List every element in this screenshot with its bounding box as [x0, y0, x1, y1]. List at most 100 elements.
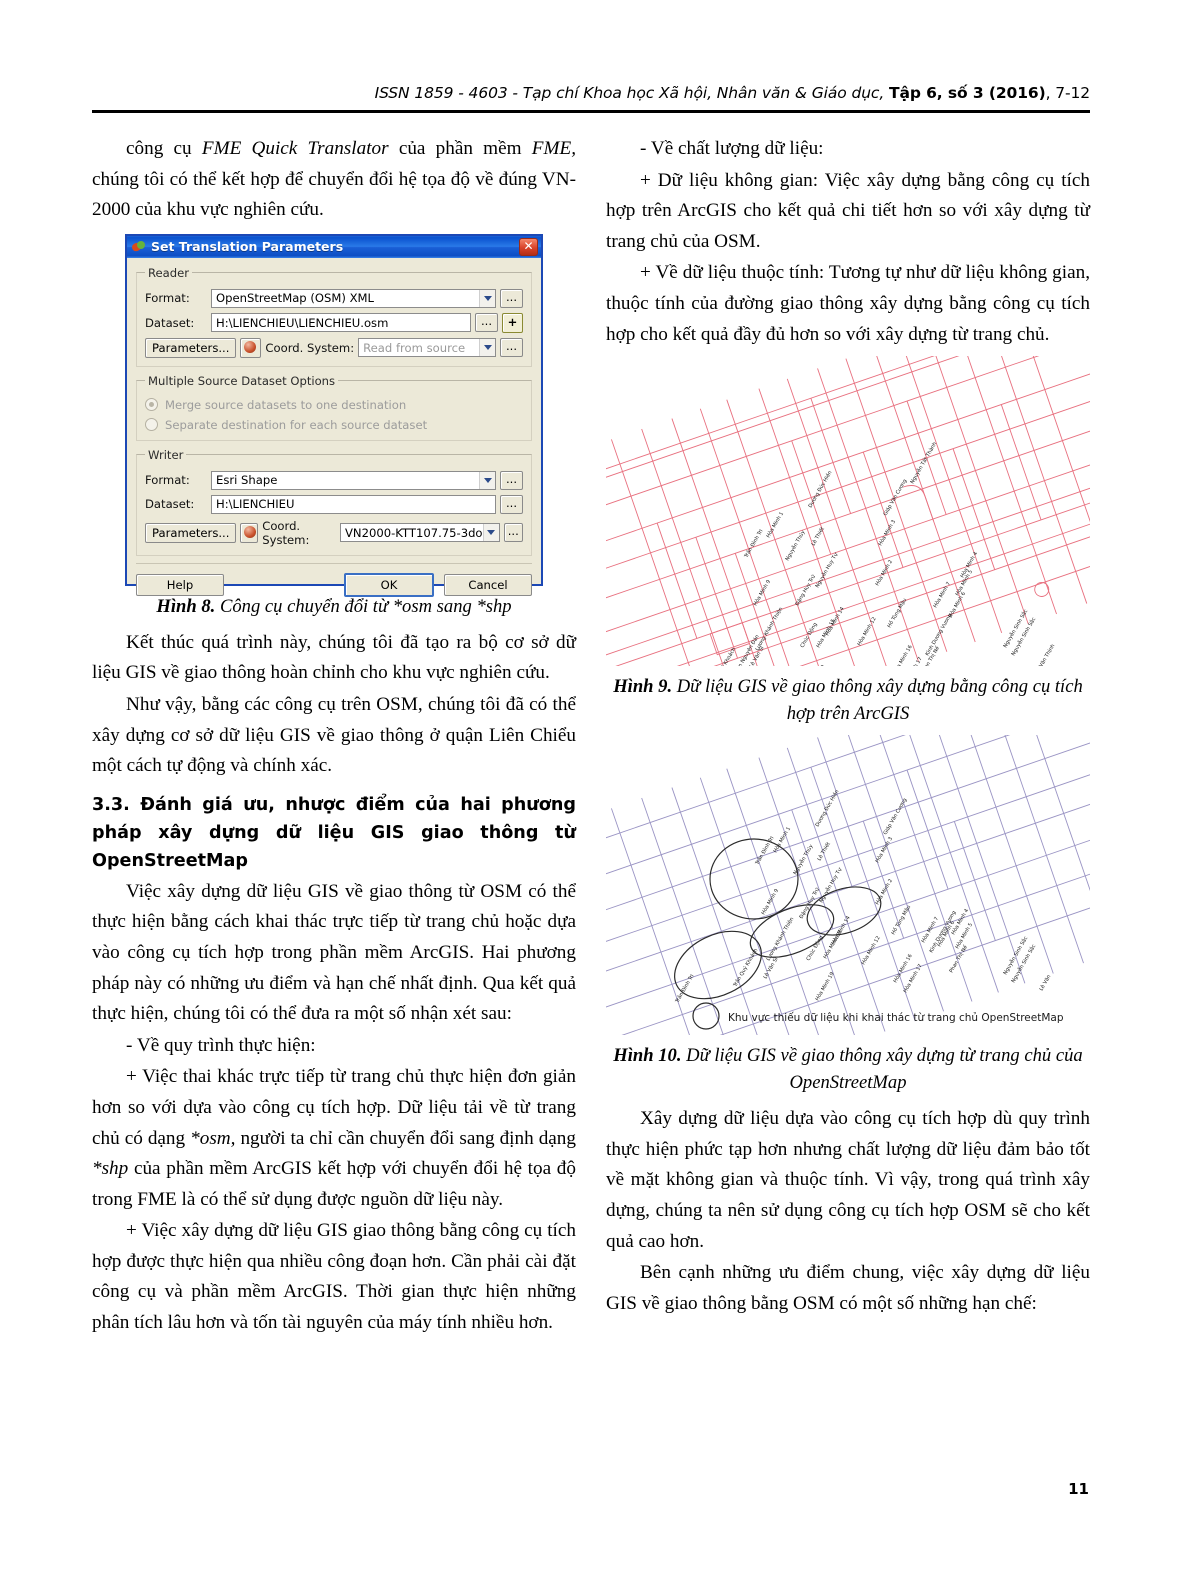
left-para-7: + Việc xây dựng dữ liệu GIS giao thông b… [92, 1220, 576, 1334]
globe-icon[interactable] [240, 337, 262, 358]
street-label: Hồ Tùng Mậu [885, 597, 908, 630]
street-label: Hòa Minh 15 [815, 618, 837, 649]
legend-circle-icon [692, 1002, 720, 1030]
writer-dataset-label: Dataset: [145, 497, 195, 512]
street-label: Hòa Minh 12 [860, 935, 882, 966]
writer-coordsys-combobox[interactable]: VN2000-KTT107.75-3do [339, 523, 500, 543]
fme-app-icon [132, 240, 146, 254]
writer-format-browse-button[interactable]: ... [500, 470, 523, 490]
radio-separate-label: Separate destination for each source dat… [165, 417, 428, 432]
writer-coordsys-browse-button[interactable]: ... [503, 523, 523, 543]
running-head-pages: , 7-12 [1045, 84, 1091, 102]
reader-dataset-label: Dataset: [145, 315, 195, 330]
street-label: Lê Thiết [810, 526, 826, 547]
street-label: Trần Quý Khoách [708, 646, 737, 666]
writer-parameters-button[interactable]: Parameters... [145, 522, 237, 543]
right-para-3: + Về dữ liệu thuộc tính: Tương tự như dữ… [606, 262, 1090, 345]
street-label: Hòa Minh 16 [892, 644, 914, 666]
writer-dataset-value: H:\LIENCHIEU [216, 497, 295, 512]
left-para-4: Việc xây dựng dữ liệu GIS về giao thông … [92, 880, 576, 1025]
dialog-body: Reader Format: OpenStreetMap (OSM) XML .… [127, 258, 541, 556]
figure-10-map: Trần Đình Tri Trần Đình Tri Hòa Minh 1 D… [606, 735, 1090, 1036]
reader-format-row: Format: OpenStreetMap (OSM) XML ... [145, 288, 523, 308]
writer-format-row: Format: Esri Shape ... [145, 470, 523, 490]
street-label: Lê Văn Thịnh [1034, 643, 1057, 666]
left-para-6: + Việc thai khác trực tiếp từ trang chủ … [92, 1066, 576, 1210]
reader-format-label: Format: [145, 291, 190, 306]
multiple-source-options-group: Multiple Source Dataset Options Merge so… [136, 373, 532, 441]
writer-format-value: Esri Shape [216, 473, 278, 488]
section-heading-3-3: 3.3. Đánh giá ưu, nhược điểm của hai phư… [92, 794, 576, 871]
street-label: Lương Khánh Thiện [754, 606, 785, 652]
radio-separate-row[interactable]: Separate destination for each source dat… [145, 418, 523, 432]
page-number: 11 [1068, 1480, 1089, 1498]
figure-10-caption-text: Dữ liệu GIS về giao thông xây dựng từ tr… [681, 1045, 1083, 1094]
left-para-3: Như vậy, bằng các công cụ trên OSM, chún… [92, 693, 576, 777]
reader-coordsys-combobox[interactable]: Read from source [358, 338, 496, 358]
reader-dataset-add-button[interactable]: + [502, 312, 523, 333]
street-label: Giáp Văn Cương [882, 478, 909, 517]
right-para-1: - Về chất lượng dữ liệu: [640, 138, 824, 159]
figure-10-label: Hình 10. [613, 1045, 682, 1067]
figure-8-caption-text: Công cụ chuyển đổi từ *osm sang *shp [215, 595, 512, 617]
reader-dataset-row: Dataset: H:\LIENCHIEU\LIENCHIEU.osm ... … [145, 312, 523, 333]
help-button[interactable]: Help [136, 573, 224, 596]
missing-data-annotations [674, 838, 882, 1000]
figure-9-map: Trần Đình Tri Trần Đình Tri Hòa Minh 1 D… [606, 356, 1090, 667]
radio-merge-row[interactable]: Merge source datasets to one destination [145, 398, 523, 412]
street-label: Lê Thiết [816, 841, 832, 862]
figure-9-caption-text: Dữ liệu GIS về giao thông xây dựng bằng … [672, 676, 1083, 725]
writer-format-combobox[interactable]: Esri Shape [211, 470, 496, 490]
radio-merge-icon[interactable] [145, 398, 158, 412]
left-para-5: - Về quy trình thực hiện: [126, 1034, 316, 1056]
street-label: Lê Văn [1038, 974, 1053, 993]
right-para-2: + Dữ liệu không gian: Việc xây dựng bằng… [606, 169, 1090, 252]
reader-dataset-input[interactable]: H:\LIENCHIEU\LIENCHIEU.osm [211, 313, 471, 333]
radio-separate-icon[interactable] [145, 418, 158, 432]
reader-coordsys-label: Coord. System: [265, 340, 355, 355]
fme-translation-dialog[interactable]: Set Translation Parameters ✕ Reader Form… [125, 233, 543, 597]
writer-coordsys-value: VN2000-KTT107.75-3do [344, 525, 483, 540]
reader-format-browse-button[interactable]: ... [500, 288, 523, 308]
dialog-footer: Help OK Cancel [136, 572, 532, 597]
close-icon[interactable]: ✕ [519, 237, 538, 256]
street-label: Hòa Minh 1 [765, 511, 785, 539]
reader-dataset-browse-button[interactable]: ... [475, 313, 498, 333]
radio-merge-label: Merge source datasets to one destination [165, 397, 407, 412]
right-column: - Về chất lượng dữ liệu: + Dữ liệu không… [606, 134, 1090, 1320]
street-label: Nguyễn Huy Tự [814, 551, 840, 589]
multiple-source-options-label: Multiple Source Dataset Options [148, 373, 336, 388]
running-head: ISSN 1859 - 4603 - Tạp chí Khoa học Xã h… [92, 84, 1090, 102]
street-label: Giáp Văn Cương [882, 797, 909, 836]
left-para-2: Kết thúc quá trình này, chúng tôi đã tạo… [92, 631, 576, 684]
ok-button[interactable]: OK [344, 572, 434, 597]
header-rule [92, 110, 1090, 113]
figure-9-caption: Hình 9. Dữ liệu GIS về giao thông xây dự… [606, 673, 1090, 727]
street-label: Dương Đức Hiền [806, 469, 834, 509]
reader-params-row: Parameters... Coord. System: Read from s… [145, 337, 523, 358]
chevron-down-icon[interactable] [482, 524, 499, 542]
chevron-down-icon[interactable] [479, 339, 495, 357]
writer-params-row: Parameters... Coord. System: VN2000-KTT1… [145, 519, 523, 547]
left-column: công cụ FME Quick Translator của phần mề… [92, 134, 576, 1340]
reader-parameters-button[interactable]: Parameters... [145, 337, 237, 358]
street-label: Trần Đình Tri [672, 973, 695, 1005]
chevron-down-icon[interactable] [479, 471, 495, 489]
cancel-button[interactable]: Cancel [444, 573, 532, 596]
reader-group: Reader Format: OpenStreetMap (OSM) XML .… [136, 265, 532, 367]
writer-dataset-browse-button[interactable]: ... [500, 494, 523, 514]
street-label: Hòa Minh 19 [814, 971, 836, 1002]
reader-dataset-value: H:\LIENCHIEU\LIENCHIEU.osm [216, 315, 389, 330]
reader-coordsys-value: Read from source [363, 340, 466, 355]
street-label: Đặng Huy Trứ [798, 886, 822, 920]
paper-page: ISSN 1859 - 4603 - Tạp chí Khoa học Xã h… [0, 0, 1181, 1594]
figure-10-caption: Hình 10. Dữ liệu GIS về giao thông xây d… [606, 1042, 1090, 1096]
street-label: Hòa Minh 9 [752, 579, 772, 607]
globe-icon[interactable] [240, 522, 259, 543]
chevron-down-icon[interactable] [479, 289, 495, 307]
street-label: Đặng Huy Trứ [794, 573, 818, 607]
reader-coordsys-browse-button[interactable]: ... [500, 338, 523, 358]
reader-format-value: OpenStreetMap (OSM) XML [216, 291, 374, 306]
writer-dataset-input[interactable]: H:\LIENCHIEU [211, 494, 496, 514]
reader-format-combobox[interactable]: OpenStreetMap (OSM) XML [211, 288, 496, 308]
